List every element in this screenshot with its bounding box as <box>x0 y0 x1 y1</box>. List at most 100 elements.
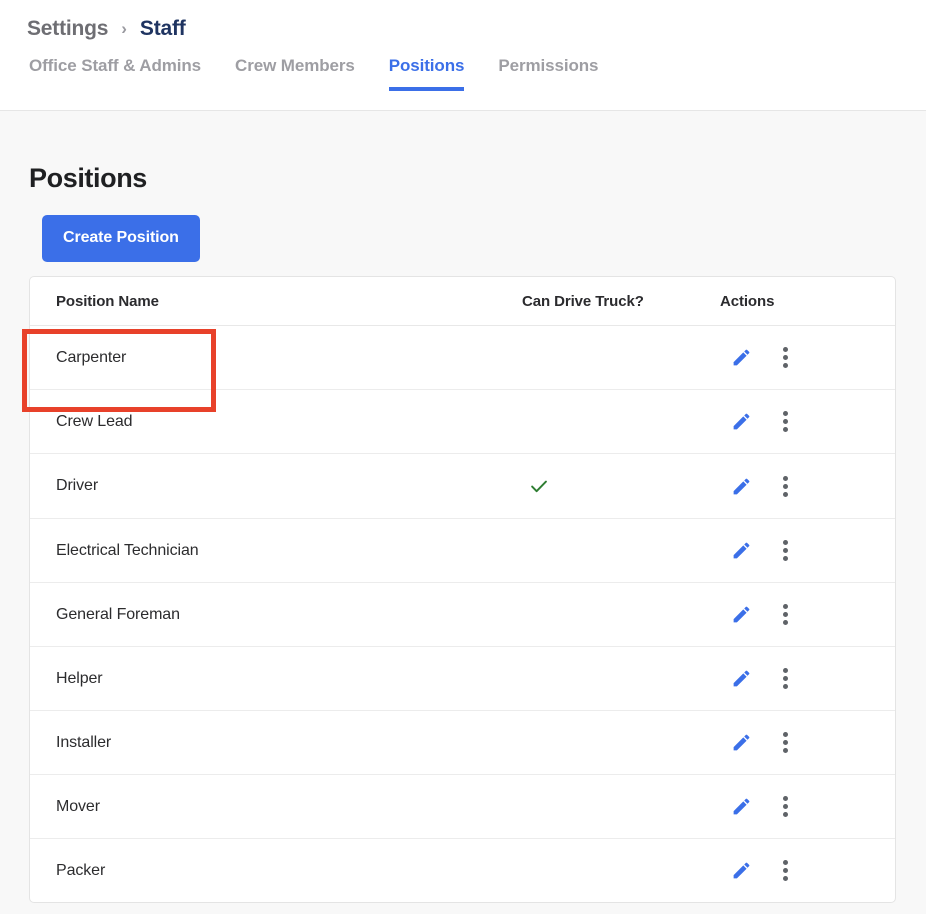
actions-group <box>720 411 895 432</box>
tab-crew-members[interactable]: Crew Members <box>235 56 355 91</box>
more-vertical-icon <box>783 668 788 689</box>
cell-can-drive-truck <box>522 453 720 519</box>
tab-office-staff-and-admins[interactable]: Office Staff & Admins <box>29 56 201 91</box>
table-row: Mover <box>30 774 895 839</box>
cell-can-drive-truck <box>522 774 720 839</box>
actions-group <box>720 347 895 368</box>
cell-can-drive-truck <box>522 582 720 647</box>
cell-actions <box>720 453 895 519</box>
row-menu-button[interactable] <box>783 796 788 817</box>
row-menu-button[interactable] <box>783 732 788 753</box>
cell-can-drive-truck <box>522 710 720 775</box>
breadcrumb-item-settings[interactable]: Settings <box>27 17 108 41</box>
row-menu-button[interactable] <box>783 540 788 561</box>
cell-can-drive-truck <box>522 646 720 711</box>
table-row: General Foreman <box>30 582 895 647</box>
edit-position-button[interactable] <box>731 796 752 817</box>
edit-position-button[interactable] <box>731 540 752 561</box>
main-content: Positions Create Position Position Name … <box>0 111 926 903</box>
pencil-icon <box>731 668 752 689</box>
more-vertical-icon <box>783 347 788 368</box>
table-row: Electrical Technician <box>30 518 895 583</box>
cell-position-name: Helper <box>30 646 522 711</box>
cell-can-drive-truck <box>522 518 720 583</box>
actions-group <box>720 540 895 561</box>
actions-group <box>720 668 895 689</box>
table-row: Crew Lead <box>30 389 895 454</box>
edit-position-button[interactable] <box>731 347 752 368</box>
cell-actions <box>720 839 895 903</box>
table-row: Driver <box>30 453 895 519</box>
table-row: Installer <box>30 710 895 775</box>
tab-permissions[interactable]: Permissions <box>498 56 598 91</box>
cell-position-name: Driver <box>30 453 522 519</box>
column-header-position-name: Position Name <box>30 277 522 326</box>
more-vertical-icon <box>783 475 788 497</box>
actions-group <box>720 475 895 497</box>
breadcrumb-item-staff: Staff <box>139 17 186 40</box>
more-vertical-icon <box>783 604 788 625</box>
column-header-actions: Actions <box>720 277 895 326</box>
row-menu-button[interactable] <box>783 604 788 625</box>
table-row: Packer <box>30 839 895 903</box>
edit-position-button[interactable] <box>731 476 752 497</box>
cell-actions <box>720 774 895 839</box>
positions-table: Position Name Can Drive Truck? Actions C… <box>30 277 895 903</box>
page-title: Positions <box>29 163 147 193</box>
cell-position-name: Installer <box>30 710 522 775</box>
row-menu-button[interactable] <box>783 668 788 689</box>
cell-position-name: General Foreman <box>30 582 522 647</box>
page-header: Settings › Staff Office Staff & Admins C… <box>0 0 926 111</box>
cell-can-drive-truck <box>522 389 720 454</box>
actions-group <box>720 732 895 753</box>
cell-position-name: Mover <box>30 774 522 839</box>
positions-table-body: Carpenter Crew Lead Driver Electrical Techn… <box>30 325 895 903</box>
pencil-icon <box>731 732 752 753</box>
more-vertical-icon <box>783 860 788 881</box>
pencil-icon <box>731 604 752 625</box>
row-menu-button[interactable] <box>783 860 788 881</box>
more-vertical-icon <box>783 411 788 432</box>
row-menu-button[interactable] <box>783 475 788 497</box>
edit-position-button[interactable] <box>731 860 752 881</box>
actions-group <box>720 796 895 817</box>
pencil-icon <box>731 411 752 432</box>
more-vertical-icon <box>783 540 788 561</box>
edit-position-button[interactable] <box>731 668 752 689</box>
table-row: Helper <box>30 646 895 711</box>
row-menu-button[interactable] <box>783 411 788 432</box>
edit-position-button[interactable] <box>731 411 752 432</box>
table-row: Carpenter <box>30 325 895 390</box>
cell-actions <box>720 389 895 454</box>
pencil-icon <box>731 476 752 497</box>
more-vertical-icon <box>783 796 788 817</box>
edit-position-button[interactable] <box>731 604 752 625</box>
cell-position-name: Carpenter <box>30 325 522 390</box>
cell-can-drive-truck <box>522 325 720 390</box>
cell-actions <box>720 325 895 390</box>
cell-can-drive-truck <box>522 839 720 903</box>
more-vertical-icon <box>783 732 788 753</box>
cell-actions <box>720 646 895 711</box>
row-menu-button[interactable] <box>783 347 788 368</box>
pencil-icon <box>731 796 752 817</box>
cell-actions <box>720 710 895 775</box>
cell-actions <box>720 582 895 647</box>
tab-positions[interactable]: Positions <box>388 56 464 91</box>
pencil-icon <box>731 347 752 368</box>
tab-bar: Office Staff & Admins Crew Members Posit… <box>0 56 926 91</box>
cell-position-name: Electrical Technician <box>30 518 522 583</box>
check-icon <box>522 477 550 494</box>
create-position-button[interactable]: Create Position <box>42 215 200 262</box>
cell-actions <box>720 518 895 583</box>
actions-group <box>720 604 895 625</box>
cell-position-name: Crew Lead <box>30 389 522 454</box>
pencil-icon <box>731 860 752 881</box>
chevron-right-icon: › <box>121 18 127 38</box>
pencil-icon <box>731 540 752 561</box>
create-button-row: Create Position <box>29 194 896 262</box>
breadcrumb: Settings › Staff <box>0 0 926 44</box>
cell-position-name: Packer <box>56 861 106 879</box>
column-header-can-drive-truck: Can Drive Truck? <box>522 277 720 326</box>
edit-position-button[interactable] <box>731 732 752 753</box>
